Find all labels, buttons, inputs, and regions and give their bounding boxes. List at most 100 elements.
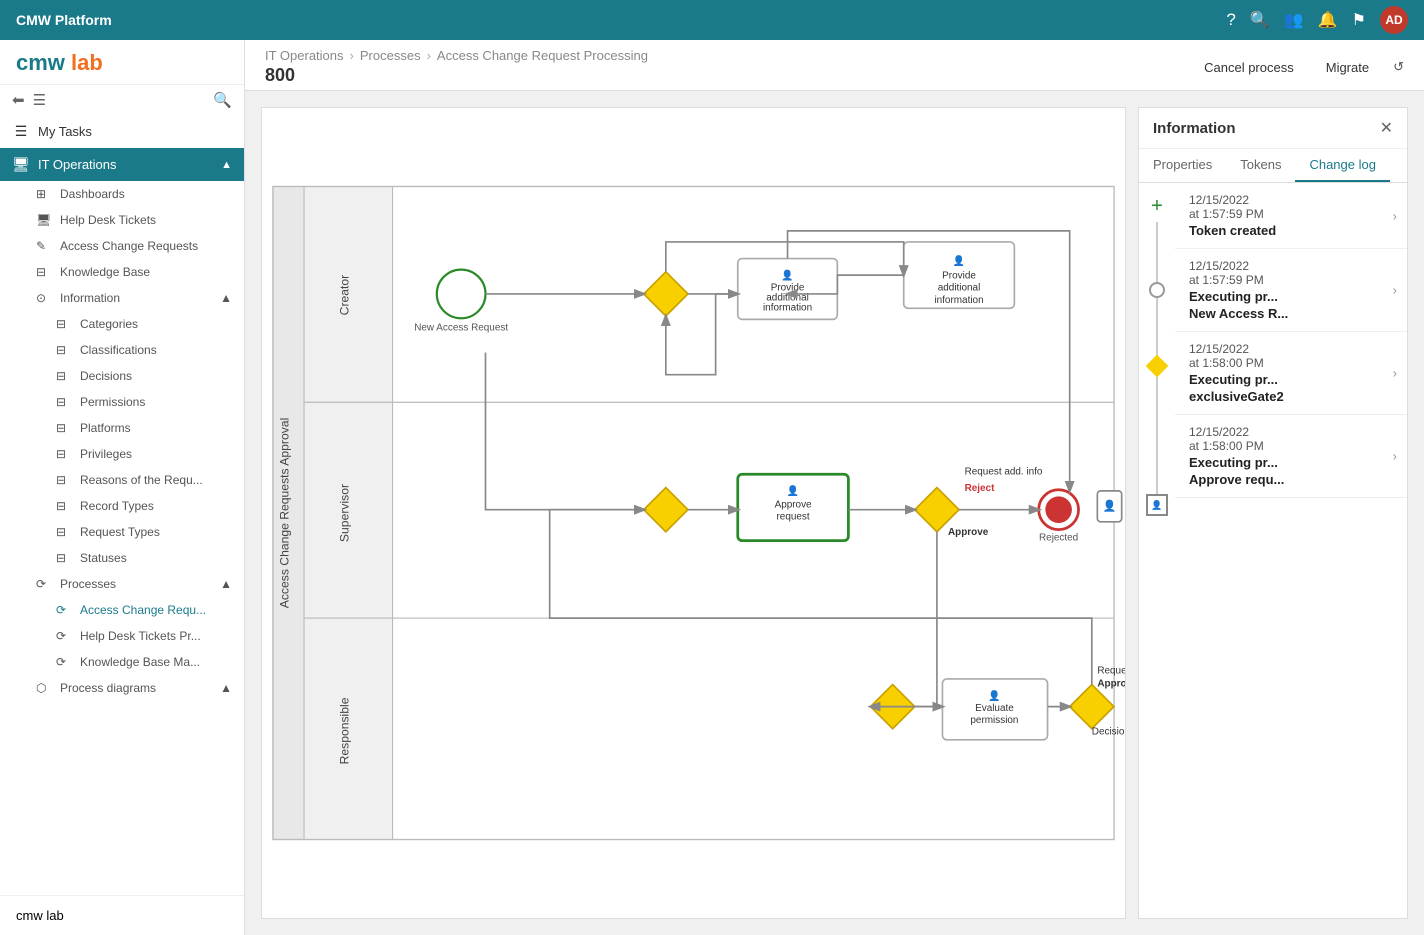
request-types-icon: ⊟ bbox=[56, 525, 72, 539]
info-panel-title: Information bbox=[1153, 120, 1236, 137]
migrate-button[interactable]: Migrate bbox=[1318, 56, 1377, 79]
changelog-time-1: at 1:57:59 PM bbox=[1189, 273, 1393, 287]
bell-icon[interactable]: 🔔 bbox=[1318, 10, 1338, 30]
sidebar-item-it-operations[interactable]: 🖥 IT Operations ▲ bbox=[0, 148, 244, 181]
changelog-item-0[interactable]: 12/15/2022 at 1:57:59 PM Token created › bbox=[1175, 183, 1407, 249]
permissions-icon: ⊟ bbox=[56, 395, 72, 409]
helpdesk-label: Help Desk Tickets bbox=[60, 213, 156, 227]
breadcrumb-bar: IT Operations › Processes › Access Chang… bbox=[245, 40, 1424, 91]
svg-text:Creator: Creator bbox=[337, 275, 351, 316]
changelog-date-1: 12/15/2022 bbox=[1189, 259, 1393, 273]
timeline: + 👤 bbox=[1139, 183, 1175, 918]
privileges-icon: ⊟ bbox=[56, 447, 72, 461]
processes-subitems: ⟳ Access Change Requ... ⟳ Help Desk Tick… bbox=[0, 597, 244, 675]
svg-text:👤: 👤 bbox=[953, 254, 965, 267]
sidebar-menu-icon[interactable]: ☰ bbox=[33, 91, 46, 109]
timeline-line-3 bbox=[1156, 374, 1158, 434]
timeline-line-2 bbox=[1156, 298, 1158, 358]
changelog-subtitle-1: New Access R... bbox=[1189, 306, 1393, 321]
info-panel: Information ✕ Properties Tokens Change l… bbox=[1138, 107, 1408, 919]
sidebar-item-my-tasks[interactable]: ☰ My Tasks bbox=[0, 115, 244, 148]
sidebar-item-helpdesk[interactable]: 🖥 Help Desk Tickets bbox=[0, 207, 244, 233]
tab-changelog[interactable]: Change log bbox=[1295, 149, 1390, 182]
svg-text:Approve: Approve bbox=[1097, 679, 1125, 690]
changelog-date-0: 12/15/2022 bbox=[1189, 193, 1393, 207]
changelog-item-1[interactable]: 12/15/2022 at 1:57:59 PM Executing pr...… bbox=[1175, 249, 1407, 332]
sidebar-item-dashboards[interactable]: ⊞ Dashboards bbox=[0, 181, 244, 207]
diagram-canvas[interactable]: Access Change Requests Approval Creator … bbox=[261, 107, 1126, 919]
user-avatar[interactable]: AD bbox=[1380, 6, 1408, 34]
cancel-process-button[interactable]: Cancel process bbox=[1196, 56, 1302, 79]
flag-icon[interactable]: ⚑ bbox=[1352, 10, 1366, 30]
svg-text:👤: 👤 bbox=[787, 484, 799, 497]
changelog-date-3: 12/15/2022 bbox=[1189, 425, 1393, 439]
changelog-date-2: 12/15/2022 bbox=[1189, 342, 1393, 356]
sidebar-item-reasons[interactable]: ⊟ Reasons of the Requ... bbox=[52, 467, 244, 493]
it-ops-icon: 🖥 bbox=[12, 156, 30, 173]
sidebar-item-permissions[interactable]: ⊟ Permissions bbox=[52, 389, 244, 415]
svg-text:👤: 👤 bbox=[1103, 499, 1117, 513]
sidebar-item-record-types[interactable]: ⊟ Record Types bbox=[52, 493, 244, 519]
svg-text:Provide: Provide bbox=[942, 270, 976, 281]
info-icon: ⊙ bbox=[36, 291, 52, 305]
sidebar-item-categories[interactable]: ⊟ Categories bbox=[52, 311, 244, 337]
users-icon[interactable]: 👥 bbox=[1284, 10, 1304, 30]
tab-properties[interactable]: Properties bbox=[1139, 149, 1226, 182]
sidebar-search-icon[interactable]: 🔍 bbox=[213, 91, 232, 109]
sidebar-item-request-types[interactable]: ⊟ Request Types bbox=[52, 519, 244, 545]
sidebar-item-information[interactable]: ⊙ Information ▲ bbox=[0, 285, 244, 311]
changelog-item-3[interactable]: 12/15/2022 at 1:58:00 PM Executing pr...… bbox=[1175, 415, 1407, 498]
svg-text:information: information bbox=[934, 295, 983, 306]
svg-text:additional: additional bbox=[938, 283, 981, 294]
sidebar-item-statuses[interactable]: ⊟ Statuses bbox=[52, 545, 244, 571]
breadcrumb-item-1[interactable]: Processes bbox=[360, 48, 421, 63]
content-area: IT Operations › Processes › Access Chang… bbox=[245, 40, 1424, 935]
sidebar-item-knowledge-base[interactable]: ⊟ Knowledge Base bbox=[0, 259, 244, 285]
footer-logo-lab: lab bbox=[46, 908, 63, 923]
record-types-icon: ⊟ bbox=[56, 499, 72, 513]
sidebar: cmw lab ⬅ ☰ 🔍 ☰ My Tasks 🖥 IT Operations… bbox=[0, 40, 245, 935]
my-tasks-label: My Tasks bbox=[38, 124, 92, 139]
tasks-icon: ☰ bbox=[12, 123, 30, 140]
svg-text:Decision?: Decision? bbox=[1092, 726, 1125, 737]
sidebar-collapse-icon[interactable]: ⬅ bbox=[12, 91, 25, 109]
timeline-dot-1 bbox=[1149, 282, 1165, 298]
changelog-time-2: at 1:58:00 PM bbox=[1189, 356, 1393, 370]
history-icon[interactable]: ↺ bbox=[1393, 59, 1404, 75]
changelog-container: + 👤 12/15/2022 at 1:5 bbox=[1139, 183, 1407, 918]
start-event[interactable] bbox=[437, 270, 486, 319]
sidebar-item-access-change-req[interactable]: ⟳ Access Change Requ... bbox=[52, 597, 244, 623]
sidebar-item-processes[interactable]: ⟳ Processes ▲ bbox=[0, 571, 244, 597]
svg-text:New Access Request: New Access Request bbox=[414, 322, 508, 333]
breadcrumb-item-0[interactable]: IT Operations bbox=[265, 48, 344, 63]
sidebar-item-kb-ma[interactable]: ⟳ Knowledge Base Ma... bbox=[52, 649, 244, 675]
changelog-title-1: Executing pr... bbox=[1189, 289, 1393, 304]
changelog-item-2[interactable]: 12/15/2022 at 1:58:00 PM Executing pr...… bbox=[1175, 332, 1407, 415]
sidebar-item-privileges[interactable]: ⊟ Privileges bbox=[52, 441, 244, 467]
timeline-plus: + bbox=[1151, 195, 1163, 218]
processes-label: Processes bbox=[60, 577, 116, 591]
sidebar-footer: cmw lab bbox=[0, 895, 244, 935]
sidebar-item-classifications[interactable]: ⊟ Classifications bbox=[52, 337, 244, 363]
dashboards-label: Dashboards bbox=[60, 187, 125, 201]
sidebar-item-helpdesk-pr[interactable]: ⟳ Help Desk Tickets Pr... bbox=[52, 623, 244, 649]
info-panel-close[interactable]: ✕ bbox=[1380, 118, 1393, 138]
timeline-diamond bbox=[1146, 355, 1169, 378]
sidebar-item-process-diagrams[interactable]: ⬡ Process diagrams ▲ bbox=[0, 675, 244, 701]
logo-cmw: cmw bbox=[16, 50, 71, 75]
sidebar-item-platforms[interactable]: ⊟ Platforms bbox=[52, 415, 244, 441]
diagrams-icon: ⬡ bbox=[36, 681, 52, 695]
process-number: 800 bbox=[265, 65, 648, 86]
processes-chevron: ▲ bbox=[220, 577, 232, 591]
decisions-icon: ⊟ bbox=[56, 369, 72, 383]
tab-tokens[interactable]: Tokens bbox=[1226, 149, 1295, 182]
timeline-box: 👤 bbox=[1146, 494, 1168, 516]
svg-text:information: information bbox=[763, 303, 812, 314]
svg-text:Request add. info: Request add. info bbox=[965, 466, 1043, 477]
sidebar-item-decisions[interactable]: ⊟ Decisions bbox=[52, 363, 244, 389]
breadcrumb-actions: Cancel process Migrate ↺ bbox=[1196, 56, 1404, 79]
search-icon[interactable]: 🔍 bbox=[1250, 10, 1270, 30]
breadcrumb-item-2[interactable]: Access Change Request Processing bbox=[437, 48, 648, 63]
help-icon[interactable]: ? bbox=[1226, 10, 1235, 30]
sidebar-item-access-change[interactable]: ✎ Access Change Requests bbox=[0, 233, 244, 259]
